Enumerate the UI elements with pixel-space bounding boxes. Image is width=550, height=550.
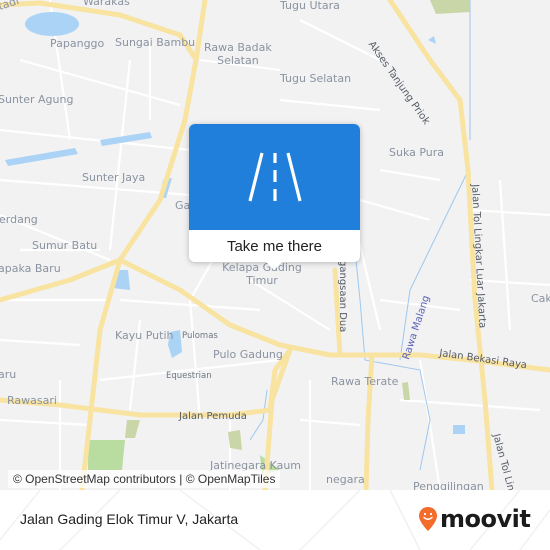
map-label-gading: Ga xyxy=(175,199,191,212)
location-title: Jalan Gading Elok Timur V, Jakarta xyxy=(20,511,239,527)
map-label-sunter-jaya: Sunter Jaya xyxy=(82,171,146,184)
map-label-rawa-terate: Rawa Terate xyxy=(331,375,399,388)
map-label-sungai-bambu: Sungai Bambu xyxy=(115,36,196,49)
map-label-serdang: erdang xyxy=(0,213,38,226)
footer: Jalan Gading Elok Timur V, Jakarta moovi… xyxy=(0,490,550,550)
moovit-wordmark: moovit xyxy=(440,505,531,533)
popup-pointer xyxy=(266,262,282,270)
map-label-penggilingan: Penggilingan xyxy=(413,480,484,490)
map-label-tugu-utara: Tugu Utara xyxy=(280,0,340,12)
popup-header[interactable] xyxy=(189,124,360,230)
map-label-pulomas: Pulomas xyxy=(182,331,218,341)
map-label-warakas: Warakas xyxy=(83,0,130,8)
map-label-kayu-putih: Kayu Putih xyxy=(115,329,174,342)
map-label-tugu-selatan: Tugu Selatan xyxy=(280,72,352,85)
map-label-sunter-agung: Sunter Agung xyxy=(0,93,74,106)
map-label-rawa-badak-selatan: Rawa Badak Selatan xyxy=(204,42,272,66)
road-label-pegangsaan-dua: gangsaan Dua xyxy=(337,260,348,333)
map-label-equestrian: Equestrian xyxy=(166,371,212,381)
map-label-rawa-badak: Rawa Badak xyxy=(204,41,272,54)
map-label-kelapa-gading: Kelapa Gading xyxy=(222,261,302,274)
road-icon xyxy=(247,152,302,202)
map-label-kelapa-gading-timur: Kelapa Gading Timur xyxy=(222,262,302,286)
map-label-papanggo: Papanggo xyxy=(50,37,105,50)
take-me-there-button[interactable]: Take me there xyxy=(189,230,360,262)
map-label-selatan: Selatan xyxy=(217,54,259,67)
map-label-sumur-batu: Sumur Batu xyxy=(32,239,98,252)
map-label-cempaka-baru: apaka Baru xyxy=(0,262,61,275)
map-label-pulo-gadung: Pulo Gadung xyxy=(213,348,283,361)
map-attribution[interactable]: © OpenStreetMap contributors | © OpenMap… xyxy=(8,470,281,488)
map-label-rawasari: Rawasari xyxy=(7,394,57,407)
map-label-jatinegara: negara xyxy=(326,473,365,486)
road-label-jalan-pemuda: Jalan Pemuda xyxy=(179,411,247,422)
map[interactable]: Warakas Papanggo Sungai Bambu Rawa Badak… xyxy=(0,0,550,490)
map-label-suka-pura: Suka Pura xyxy=(389,146,445,159)
map-label-timur: Timur xyxy=(246,274,278,287)
take-me-there-popup[interactable]: Take me there xyxy=(189,124,360,270)
map-label-baru: aru xyxy=(0,368,17,381)
moovit-pin-icon xyxy=(419,507,437,531)
moovit-logo[interactable]: moovit xyxy=(418,502,531,536)
map-label-cakung: Cak xyxy=(531,292,550,305)
